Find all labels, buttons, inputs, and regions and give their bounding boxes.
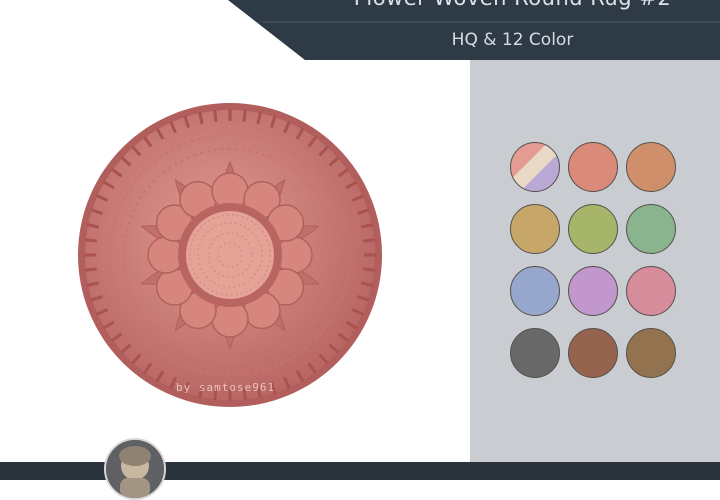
swatch-brown[interactable] [568, 328, 618, 378]
swatch-mustard[interactable] [510, 204, 560, 254]
swatch-lavender[interactable] [568, 266, 618, 316]
page-title: Flower Woven Round Rug #2 [305, 0, 720, 20]
swatch-gray[interactable] [510, 328, 560, 378]
swatch-multi-stripe[interactable] [510, 142, 560, 192]
swatch-olive-brown[interactable] [626, 328, 676, 378]
swatch-mint[interactable] [626, 204, 676, 254]
swatch-green[interactable] [568, 204, 618, 254]
center-disc [186, 211, 274, 299]
swatch-periwinkle[interactable] [510, 266, 560, 316]
watermark: by samtose961 [176, 381, 276, 394]
swatch-peach[interactable] [626, 142, 676, 192]
avatar-icon [106, 440, 164, 498]
swatch-coral[interactable] [568, 142, 618, 192]
title-banner: Flower Woven Round Rug #2 HQ & 12 Color [0, 0, 720, 62]
avatar[interactable] [104, 438, 166, 500]
swatch-pink[interactable] [626, 266, 676, 316]
page-subtitle: HQ & 12 Color [451, 30, 574, 50]
rug-image [75, 100, 385, 410]
